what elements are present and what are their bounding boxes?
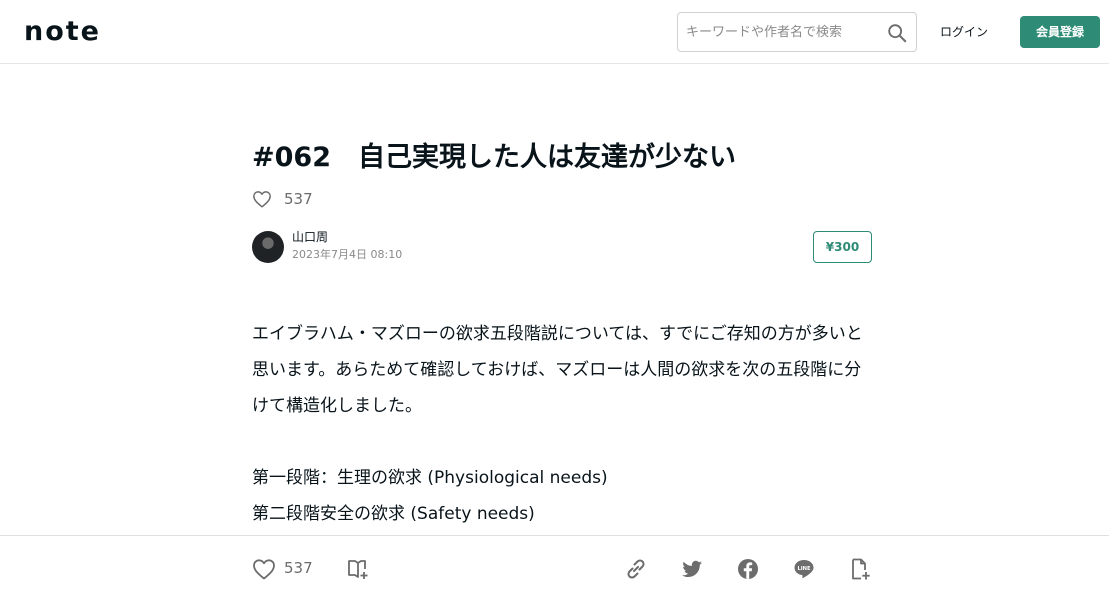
article-title: #062 自己実現した人は友達が少ない [252,142,736,173]
heart-icon[interactable] [252,557,276,581]
search-box[interactable] [677,12,917,52]
line-icon[interactable]: LINE [792,557,816,581]
paragraph: 第一段階：生理の欲求 (Physiological needs) [252,468,608,488]
heart-icon[interactable] [252,190,272,208]
note-logo[interactable]: note [24,18,101,46]
price-badge[interactable]: ¥300 [813,231,872,263]
facebook-icon[interactable] [736,557,760,581]
author-name[interactable]: 山口周 [292,229,328,245]
svg-text:LINE: LINE [797,566,811,572]
like-count: 537 [284,559,313,577]
magazine-add-icon[interactable] [346,557,370,581]
publish-date: 2023年7月4日 08:10 [292,248,403,261]
like-count: 537 [284,190,313,208]
login-link[interactable]: ログイン [940,23,988,41]
embed-icon[interactable] [848,557,872,581]
paragraph: 第二段階安全の欲求 (Safety needs) [252,504,535,524]
search-icon[interactable] [886,22,908,44]
action-bar: 537 LINE [0,535,1109,600]
site-header: note ログイン 会員登録 [0,0,1109,64]
twitter-icon[interactable] [680,557,704,581]
author-avatar[interactable] [252,231,284,263]
search-input[interactable] [686,21,876,43]
paragraph: エイブラハム・マズローの欲求五段階説については、すでにご存知の方が多いと思います… [252,324,863,416]
article-body: エイブラハム・マズローの欲求五段階説については、すでにご存知の方が多いと思います… [252,316,877,532]
link-icon[interactable] [624,557,648,581]
signup-button[interactable]: 会員登録 [1020,16,1100,48]
